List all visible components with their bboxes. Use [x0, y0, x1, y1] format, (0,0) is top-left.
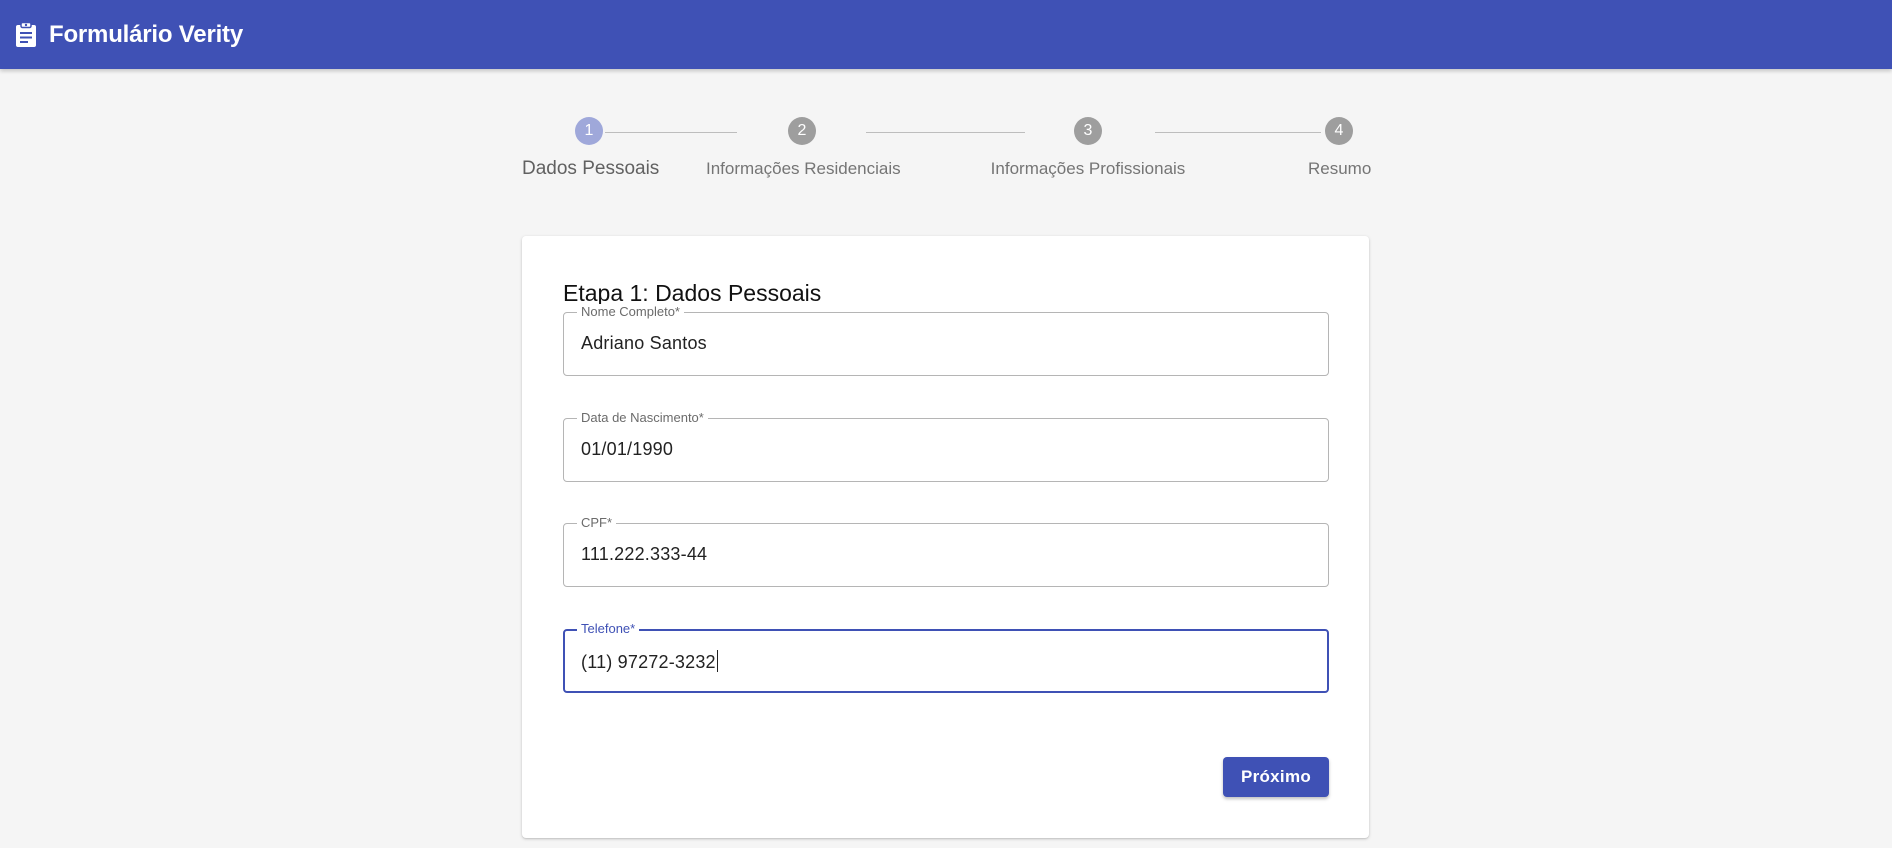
clipboard-icon — [15, 21, 37, 48]
cpf-input[interactable] — [581, 544, 1301, 565]
phone-field[interactable]: Telefone* (11) 97272-3232 — [563, 621, 1329, 693]
birth-date-label: Data de Nascimento* — [577, 410, 708, 426]
form-card: Etapa 1: Dados Pessoais Nome Completo* D… — [522, 236, 1369, 838]
step-1[interactable]: 1 Dados Pessoais — [522, 117, 660, 180]
phone-value: (11) 97272-3232 — [581, 652, 716, 672]
text-caret — [716, 650, 718, 672]
app-bar: Formulário Verity — [0, 0, 1892, 69]
stepper: 1 Dados Pessoais 2 Informações Residenci… — [522, 117, 1372, 197]
full-name-field[interactable]: Nome Completo* — [563, 304, 1329, 376]
birth-date-field[interactable]: Data de Nascimento* — [563, 410, 1329, 482]
next-button[interactable]: Próximo — [1223, 757, 1329, 797]
step-4[interactable]: 4 Resumo — [1308, 117, 1372, 179]
step-3-number: 3 — [1074, 117, 1102, 145]
step-2-label: Informações Residenciais — [706, 159, 901, 178]
app-title: Formulário Verity — [49, 20, 243, 48]
full-name-label: Nome Completo* — [577, 304, 684, 320]
form-title: Etapa 1: Dados Pessoais — [563, 280, 822, 306]
step-2-number: 2 — [788, 117, 816, 145]
step-1-number: 1 — [575, 117, 603, 145]
step-3-label: Informações Profissionais — [990, 159, 1186, 178]
phone-label: Telefone* — [577, 621, 640, 637]
cpf-field[interactable]: CPF* — [563, 515, 1329, 587]
step-4-label: Resumo — [1308, 159, 1372, 178]
cpf-label: CPF* — [577, 515, 617, 531]
phone-input[interactable]: (11) 97272-3232 — [581, 650, 1301, 673]
step-2[interactable]: 2 Informações Residenciais — [706, 117, 901, 179]
step-1-label: Dados Pessoais — [522, 158, 660, 179]
step-4-number: 4 — [1325, 117, 1353, 145]
birth-date-input[interactable] — [581, 439, 1301, 460]
step-3[interactable]: 3 Informações Profissionais — [988, 117, 1188, 179]
full-name-input[interactable] — [581, 333, 1301, 354]
